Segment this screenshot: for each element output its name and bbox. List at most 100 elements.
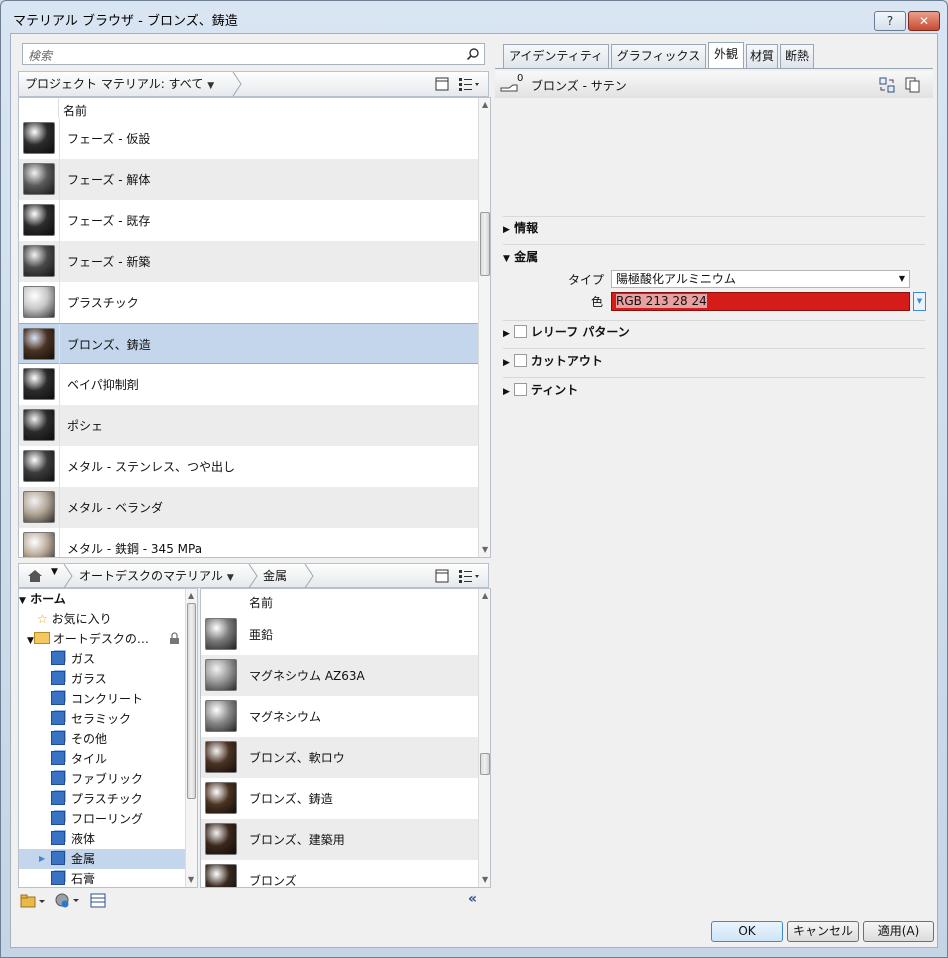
tree-category[interactable]: コンクリート <box>51 689 143 709</box>
tree-category-label: その他 <box>71 732 108 746</box>
tree-category[interactable]: ガラス <box>51 669 107 689</box>
material-thumbnail <box>205 864 237 887</box>
list-item[interactable]: ポシェ <box>19 405 480 446</box>
tree-category[interactable]: その他 <box>51 729 107 749</box>
help-button[interactable]: ? <box>874 11 906 31</box>
library-category-icon <box>51 871 65 885</box>
library-list-scrollbar[interactable]: ▲ ▼ <box>478 589 490 887</box>
list-item[interactable]: プラスチック <box>19 282 480 323</box>
scroll-up-icon[interactable]: ▲ <box>482 591 488 600</box>
tree-category[interactable]: ガス <box>51 649 95 669</box>
relief-checkbox[interactable] <box>513 325 527 338</box>
list-item[interactable]: ブロンズ、建築用 <box>201 819 478 860</box>
tree-category[interactable]: セラミック <box>51 709 131 729</box>
panel-toggle-icon[interactable] <box>435 569 449 583</box>
tree-home[interactable]: ▼ ホーム <box>19 589 66 609</box>
color-swatch-field[interactable]: RGB 213 28 24 <box>611 292 910 311</box>
list-item[interactable]: フェーズ - 新築 <box>19 241 480 282</box>
project-filter-dropdown[interactable]: プロジェクト マテリアル: すべて ▼ <box>19 72 239 96</box>
color-options-button[interactable]: ▼ <box>913 292 926 311</box>
search-icon[interactable] <box>466 47 480 61</box>
tree-category[interactable]: ▶ 金属 <box>19 849 185 869</box>
material-name: ベイパ抑制剤 <box>67 378 139 392</box>
type-dropdown[interactable]: 陽極酸化アルミニウム ▼ <box>611 270 910 288</box>
tint-checkbox[interactable] <box>513 383 527 396</box>
home-icon[interactable] <box>27 569 43 583</box>
tree-category[interactable]: 液体 <box>51 829 95 849</box>
tree-category[interactable]: ファブリック <box>51 769 143 789</box>
project-list-scrollbar[interactable]: ▲ ▼ <box>478 98 490 557</box>
tree-favorites[interactable]: ☆ お気に入り <box>37 609 112 629</box>
view-options-icon[interactable] <box>458 569 480 583</box>
search-input[interactable]: 検索 <box>22 43 485 65</box>
tree-category-label: ガラス <box>71 672 107 686</box>
tree-category[interactable]: プラスチック <box>51 789 143 809</box>
tab-thermal[interactable]: 断熱 <box>780 44 814 68</box>
cancel-button[interactable]: キャンセル <box>787 921 859 942</box>
scroll-thumb[interactable] <box>480 212 490 276</box>
expand-icon: ▶ <box>503 329 510 339</box>
section-info[interactable]: ▶ 情報 <box>503 218 538 238</box>
section-metal[interactable]: ▼ 金属 <box>503 247 538 267</box>
tree-scrollbar[interactable]: ▲ ▼ <box>185 589 197 887</box>
scroll-up-icon[interactable]: ▲ <box>188 591 194 600</box>
folder-icon <box>33 632 50 644</box>
list-item[interactable]: 亜鉛 <box>201 614 478 655</box>
section-relief[interactable]: ▶ レリーフ パターン <box>503 322 630 342</box>
section-cutout[interactable]: ▶ カットアウト <box>503 351 603 371</box>
list-item[interactable]: マグネシウム <box>201 696 478 737</box>
list-item[interactable]: フェーズ - 仮設 <box>19 118 480 159</box>
tree-autodesk[interactable]: ▼ オートデスクの… <box>27 629 149 649</box>
list-item[interactable]: フェーズ - 解体 <box>19 159 480 200</box>
duplicate-asset-icon[interactable] <box>905 77 921 93</box>
scroll-up-icon[interactable]: ▲ <box>482 100 488 109</box>
list-item[interactable]: ブロンズ、鋳造 <box>201 778 478 819</box>
material-name: マグネシウム <box>249 710 322 724</box>
tab-graphics[interactable]: グラフィックス <box>611 44 706 68</box>
list-item[interactable]: ベイパ抑制剤 <box>19 364 480 405</box>
replace-asset-icon[interactable] <box>879 77 895 93</box>
section-tint[interactable]: ▶ ティント <box>503 380 578 400</box>
tree-category[interactable]: フローリング <box>51 809 143 829</box>
library-folder-menu-icon[interactable] <box>20 893 46 909</box>
scroll-down-icon[interactable]: ▼ <box>482 545 488 554</box>
material-editor-icon[interactable] <box>90 893 106 908</box>
collapse-panel-icon[interactable]: « <box>468 891 477 907</box>
apply-button[interactable]: 適用(A) <box>863 921 934 942</box>
scroll-down-icon[interactable]: ▼ <box>188 875 194 884</box>
ok-button[interactable]: OK <box>711 921 783 942</box>
list-item[interactable]: ブロンズ、鋳造 <box>19 323 480 365</box>
section-tint-label: ティント <box>530 383 579 397</box>
tree-category-label: プラスチック <box>71 792 143 806</box>
crumb-autodesk-materials[interactable]: オートデスクのマテリアル ▼ <box>73 564 253 588</box>
tab-appearance[interactable]: 外観 <box>708 42 744 68</box>
list-item[interactable]: ブロンズ、軟ロウ <box>201 737 478 778</box>
color-label: 色 <box>591 295 604 309</box>
search-placeholder: 検索 <box>28 49 53 63</box>
tab-identity[interactable]: アイデンティティ <box>503 44 609 68</box>
list-item[interactable]: メタル - 鉄鋼 - 345 MPa <box>19 528 480 557</box>
chevron-down-icon[interactable]: ▼ <box>51 567 58 577</box>
crumb-separator-icon <box>232 72 242 96</box>
create-material-menu-icon[interactable] <box>54 892 80 910</box>
tree-category[interactable]: 石膏 <box>51 869 95 887</box>
list-item[interactable]: メタル - ステンレス、つや出し <box>19 446 480 487</box>
section-info-label: 情報 <box>514 221 539 235</box>
cutout-checkbox[interactable] <box>513 354 527 367</box>
tree-category[interactable]: タイル <box>51 749 107 769</box>
close-button[interactable]: ✕ <box>908 11 940 31</box>
section-cutout-label: カットアウト <box>530 354 603 368</box>
tab-physical[interactable]: 材質 <box>746 44 778 68</box>
scroll-thumb[interactable] <box>480 753 490 775</box>
asset-header: 0 ブロンズ - サテン <box>495 71 933 99</box>
panel-toggle-icon[interactable] <box>435 77 449 91</box>
scroll-down-icon[interactable]: ▼ <box>482 875 488 884</box>
tree-category-label: フローリング <box>71 812 144 826</box>
list-item[interactable]: フェーズ - 既存 <box>19 200 480 241</box>
view-options-icon[interactable] <box>458 77 480 91</box>
chevron-down-icon: ▼ <box>226 573 234 583</box>
list-item[interactable]: メタル - ベランダ <box>19 487 480 528</box>
scroll-thumb[interactable] <box>187 603 196 799</box>
list-item[interactable]: ブロンズ <box>201 860 478 887</box>
list-item[interactable]: マグネシウム AZ63A <box>201 655 478 696</box>
